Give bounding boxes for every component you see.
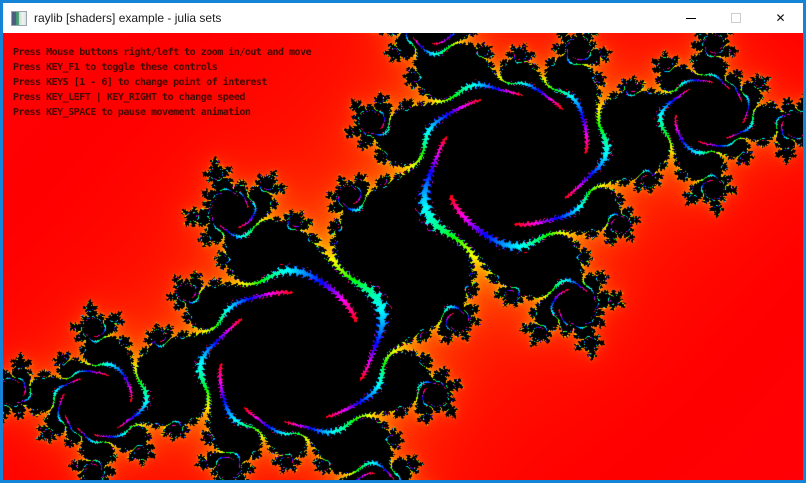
julia-set-canvas[interactable] — [3, 33, 803, 483]
close-icon: ✕ — [775, 12, 785, 24]
maximize-button — [713, 3, 758, 33]
window-title: raylib [shaders] example - julia sets — [34, 11, 221, 25]
app-window: raylib [shaders] example - julia sets ✕ … — [0, 0, 806, 483]
app-icon — [11, 11, 27, 26]
maximize-icon — [731, 13, 741, 23]
minimize-icon — [686, 18, 696, 19]
client-area: Press Mouse buttons right/left to zoom i… — [3, 33, 803, 483]
minimize-button[interactable] — [668, 3, 713, 33]
titlebar[interactable]: raylib [shaders] example - julia sets ✕ — [3, 3, 803, 33]
close-button[interactable]: ✕ — [758, 3, 803, 33]
